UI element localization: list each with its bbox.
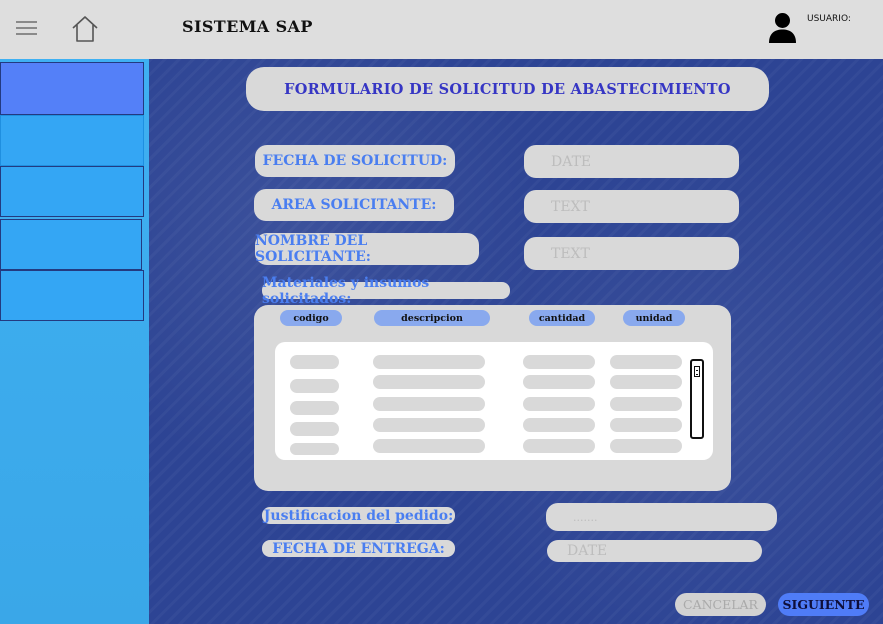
app-title: SISTEMA SAP bbox=[182, 17, 313, 36]
user-icon[interactable] bbox=[766, 10, 800, 44]
cell-cantidad[interactable] bbox=[523, 397, 595, 411]
cell-descripcion[interactable] bbox=[373, 418, 485, 432]
area-solicitante-label: AREA SOLICITANTE: bbox=[254, 189, 454, 221]
main-content: FORMULARIO DE SOLICITUD DE ABASTECIMIENT… bbox=[149, 59, 883, 624]
cell-cantidad[interactable] bbox=[523, 375, 595, 389]
cell-descripcion[interactable] bbox=[373, 375, 485, 389]
column-header-codigo[interactable]: codigo bbox=[280, 310, 342, 326]
column-header-cantidad[interactable]: cantidad bbox=[529, 310, 595, 326]
cell-descripcion[interactable] bbox=[373, 397, 485, 411]
top-bar: SISTEMA SAP USUARIO: bbox=[0, 0, 883, 59]
cell-codigo[interactable] bbox=[290, 355, 339, 369]
cell-unidad[interactable] bbox=[610, 355, 682, 369]
fecha-entrega-label: FECHA DE ENTREGA: bbox=[262, 540, 455, 557]
cell-unidad[interactable] bbox=[610, 439, 682, 453]
cancel-button[interactable]: CANCELAR bbox=[675, 593, 766, 616]
cell-descripcion[interactable] bbox=[373, 355, 485, 369]
cell-codigo[interactable] bbox=[290, 379, 339, 393]
user-label: USUARIO: bbox=[807, 14, 851, 24]
cell-codigo[interactable] bbox=[290, 443, 339, 455]
cell-cantidad[interactable] bbox=[523, 355, 595, 369]
sidebar-item-4[interactable] bbox=[0, 219, 142, 270]
cell-codigo[interactable] bbox=[290, 401, 339, 415]
materials-table bbox=[275, 342, 713, 460]
sidebar-item-3[interactable] bbox=[0, 166, 144, 217]
fecha-entrega-input[interactable]: DATE bbox=[547, 540, 762, 562]
nombre-solicitante-label: NOMBRE DEL SOLICITANTE: bbox=[255, 233, 479, 265]
sidebar-item-1[interactable] bbox=[0, 62, 144, 115]
sidebar-item-2[interactable] bbox=[0, 115, 144, 166]
hamburger-menu-icon[interactable] bbox=[16, 19, 37, 37]
cell-descripcion[interactable] bbox=[373, 439, 485, 453]
column-header-unidad[interactable]: unidad bbox=[623, 310, 685, 326]
table-scrollbar[interactable] bbox=[690, 359, 704, 439]
cell-cantidad[interactable] bbox=[523, 418, 595, 432]
next-button[interactable]: SIGUIENTE bbox=[778, 593, 869, 616]
justificacion-label: Justificacion del pedido: bbox=[262, 507, 455, 524]
form-title: FORMULARIO DE SOLICITUD DE ABASTECIMIENT… bbox=[246, 67, 769, 111]
fecha-solicitud-input[interactable]: DATE bbox=[524, 145, 739, 178]
fecha-solicitud-label: FECHA DE SOLICITUD: bbox=[255, 145, 455, 177]
nombre-solicitante-input[interactable]: TEXT bbox=[524, 237, 739, 270]
sidebar-item-5[interactable] bbox=[0, 270, 144, 321]
cell-cantidad[interactable] bbox=[523, 439, 595, 453]
area-solicitante-input[interactable]: TEXT bbox=[524, 190, 739, 223]
cell-unidad[interactable] bbox=[610, 418, 682, 432]
materials-panel: codigo descripcion cantidad unidad bbox=[254, 305, 731, 491]
column-header-descripcion[interactable]: descripcion bbox=[374, 310, 490, 326]
cell-unidad[interactable] bbox=[610, 397, 682, 411]
justificacion-input[interactable]: ....... bbox=[546, 503, 777, 531]
cell-unidad[interactable] bbox=[610, 375, 682, 389]
cell-codigo[interactable] bbox=[290, 422, 339, 436]
materiales-label: Materiales y insumos solicitados: bbox=[262, 275, 510, 307]
sidebar bbox=[0, 59, 149, 624]
home-icon[interactable] bbox=[70, 14, 100, 44]
scrollbar-thumb[interactable] bbox=[694, 366, 700, 377]
